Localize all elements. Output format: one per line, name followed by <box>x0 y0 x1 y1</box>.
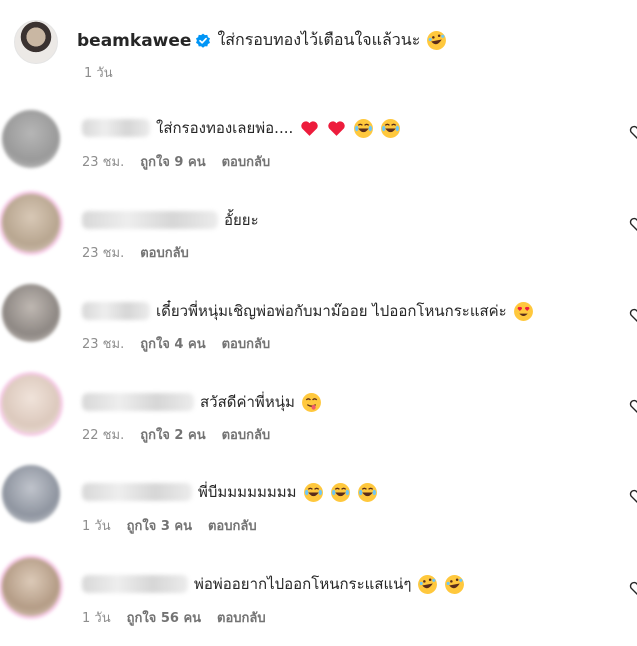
blurred-username[interactable] <box>82 211 218 229</box>
joy-emoji <box>303 482 323 502</box>
comment-body: พี่บีมมมมมมมม <box>82 480 378 504</box>
comment-text: เดี๋ยวพี่หนุ่มเชิญพ่อพ่อกับมาม๊ออย ไปออก… <box>156 302 507 320</box>
like-count[interactable]: ถูกใจ 4 คน <box>140 333 205 354</box>
blurred-username[interactable] <box>82 119 150 137</box>
comment-body: พ่อพ่ออยากไปออกโหนกระแสแน่ๆ <box>82 572 465 596</box>
comment-time: 22 ชม. <box>82 428 125 443</box>
avatar[interactable] <box>2 110 60 168</box>
rofl-emoji <box>427 31 447 50</box>
reply-button[interactable]: ตอบกลับ <box>222 333 271 354</box>
comment-item: เดี๋ยวพี่หนุ่มเชิญพ่อพ่อกับมาม๊ออย ไปออก… <box>0 282 637 372</box>
blurred-username[interactable] <box>82 393 194 411</box>
joy-emoji <box>381 118 401 138</box>
avatar[interactable] <box>2 284 60 342</box>
red-heart-emoji <box>301 120 318 136</box>
like-count[interactable]: ถูกใจ 9 คน <box>140 151 205 172</box>
like-heart-icon[interactable] <box>629 124 637 140</box>
like-count[interactable]: ถูกใจ 2 คน <box>140 424 205 445</box>
avatar[interactable] <box>2 558 60 616</box>
like-heart-icon[interactable] <box>629 488 637 504</box>
like-count[interactable]: ถูกใจ 56 คน <box>127 607 201 628</box>
like-heart-icon[interactable] <box>629 307 637 323</box>
like-heart-icon[interactable] <box>629 216 637 232</box>
comment-meta: 23 ชม. ถูกใจ 9 คน ตอบกลับ <box>82 151 270 172</box>
red-heart-emoji <box>328 120 345 136</box>
reply-button[interactable]: ตอบกลับ <box>208 515 257 536</box>
reply-button[interactable]: ตอบกลับ <box>140 242 189 263</box>
post-caption: ใส่กรอบทองไว้เตือนใจแล้วนะ <box>217 30 421 49</box>
comment-text: สวัสดีค่าพี่หนุ่ม <box>200 393 295 411</box>
joy-emoji <box>330 482 350 502</box>
comment-item: สวัสดีค่าพี่หนุ่ม 22 ชม. ถูกใจ 2 คน ตอบก… <box>0 373 637 463</box>
reply-button[interactable]: ตอบกลับ <box>217 607 266 628</box>
post-header: beamkawee ใส่กรอบทองไว้เตือนใจแล้วนะ 1 ว… <box>14 20 634 84</box>
avatar[interactable] <box>2 465 60 523</box>
comment-item: พ่อพ่ออยากไปออกโหนกระแสแน่ๆ 1 วัน ถูกใจ … <box>0 556 637 646</box>
reply-button[interactable]: ตอบกลับ <box>222 424 271 445</box>
joy-emoji <box>354 118 374 138</box>
comment-body: สวัสดีค่าพี่หนุ่ม <box>82 390 322 414</box>
comment-time: 1 วัน <box>82 519 111 534</box>
comment-text: พี่บีมมมมมมมม <box>198 483 297 501</box>
comment-meta: 23 ชม. ตอบกลับ <box>82 242 189 263</box>
reply-button[interactable]: ตอบกลับ <box>222 151 271 172</box>
rofl-emoji <box>418 574 438 594</box>
comment-time: 23 ชม. <box>82 337 125 352</box>
post-caption-line: beamkawee ใส่กรอบทองไว้เตือนใจแล้วนะ <box>77 28 447 53</box>
comment-text: อั้ยยะ <box>224 211 259 229</box>
post-time: 1 วัน <box>84 66 113 81</box>
comment-text: ใส่กรองทองเลยพ่อ.... <box>156 119 294 137</box>
comment-item: พี่บีมมมมมมมม 1 วัน ถูกใจ 3 คน ตอบกลับ <box>0 465 637 555</box>
yum-emoji <box>301 392 321 412</box>
comment-text: พ่อพ่ออยากไปออกโหนกระแสแน่ๆ <box>194 575 412 593</box>
heart-eyes-emoji <box>513 301 533 321</box>
comment-body: เดี๋ยวพี่หนุ่มเชิญพ่อพ่อกับมาม๊ออย ไปออก… <box>82 299 534 323</box>
avatar[interactable] <box>2 375 60 433</box>
like-heart-icon[interactable] <box>629 398 637 414</box>
verified-badge-icon <box>196 33 211 48</box>
comment-item: อั้ยยะ 23 ชม. ตอบกลับ <box>0 190 637 280</box>
comment-meta: 1 วัน ถูกใจ 56 คน ตอบกลับ <box>82 607 266 628</box>
joy-emoji <box>357 482 377 502</box>
comment-body: อั้ยยะ <box>82 208 259 232</box>
blurred-username[interactable] <box>82 483 192 501</box>
comment-meta: 23 ชม. ถูกใจ 4 คน ตอบกลับ <box>82 333 270 354</box>
like-count[interactable]: ถูกใจ 3 คน <box>127 515 192 536</box>
rofl-emoji <box>445 574 465 594</box>
comment-time: 23 ชม. <box>82 246 125 261</box>
blurred-username[interactable] <box>82 575 188 593</box>
avatar[interactable] <box>2 194 60 252</box>
comment-body: ใส่กรองทองเลยพ่อ.... <box>82 116 401 140</box>
comment-meta: 1 วัน ถูกใจ 3 คน ตอบกลับ <box>82 515 257 536</box>
comment-meta: 22 ชม. ถูกใจ 2 คน ตอบกลับ <box>82 424 270 445</box>
post-username[interactable]: beamkawee <box>77 31 191 51</box>
comment-item: ใส่กรองทองเลยพ่อ.... 23 ชม. ถูกใจ 9 คน ต… <box>0 108 637 198</box>
blurred-username[interactable] <box>82 302 150 320</box>
comment-time: 1 วัน <box>82 611 111 626</box>
comment-time: 23 ชม. <box>82 155 125 170</box>
avatar[interactable] <box>14 20 58 64</box>
like-heart-icon[interactable] <box>629 580 637 596</box>
